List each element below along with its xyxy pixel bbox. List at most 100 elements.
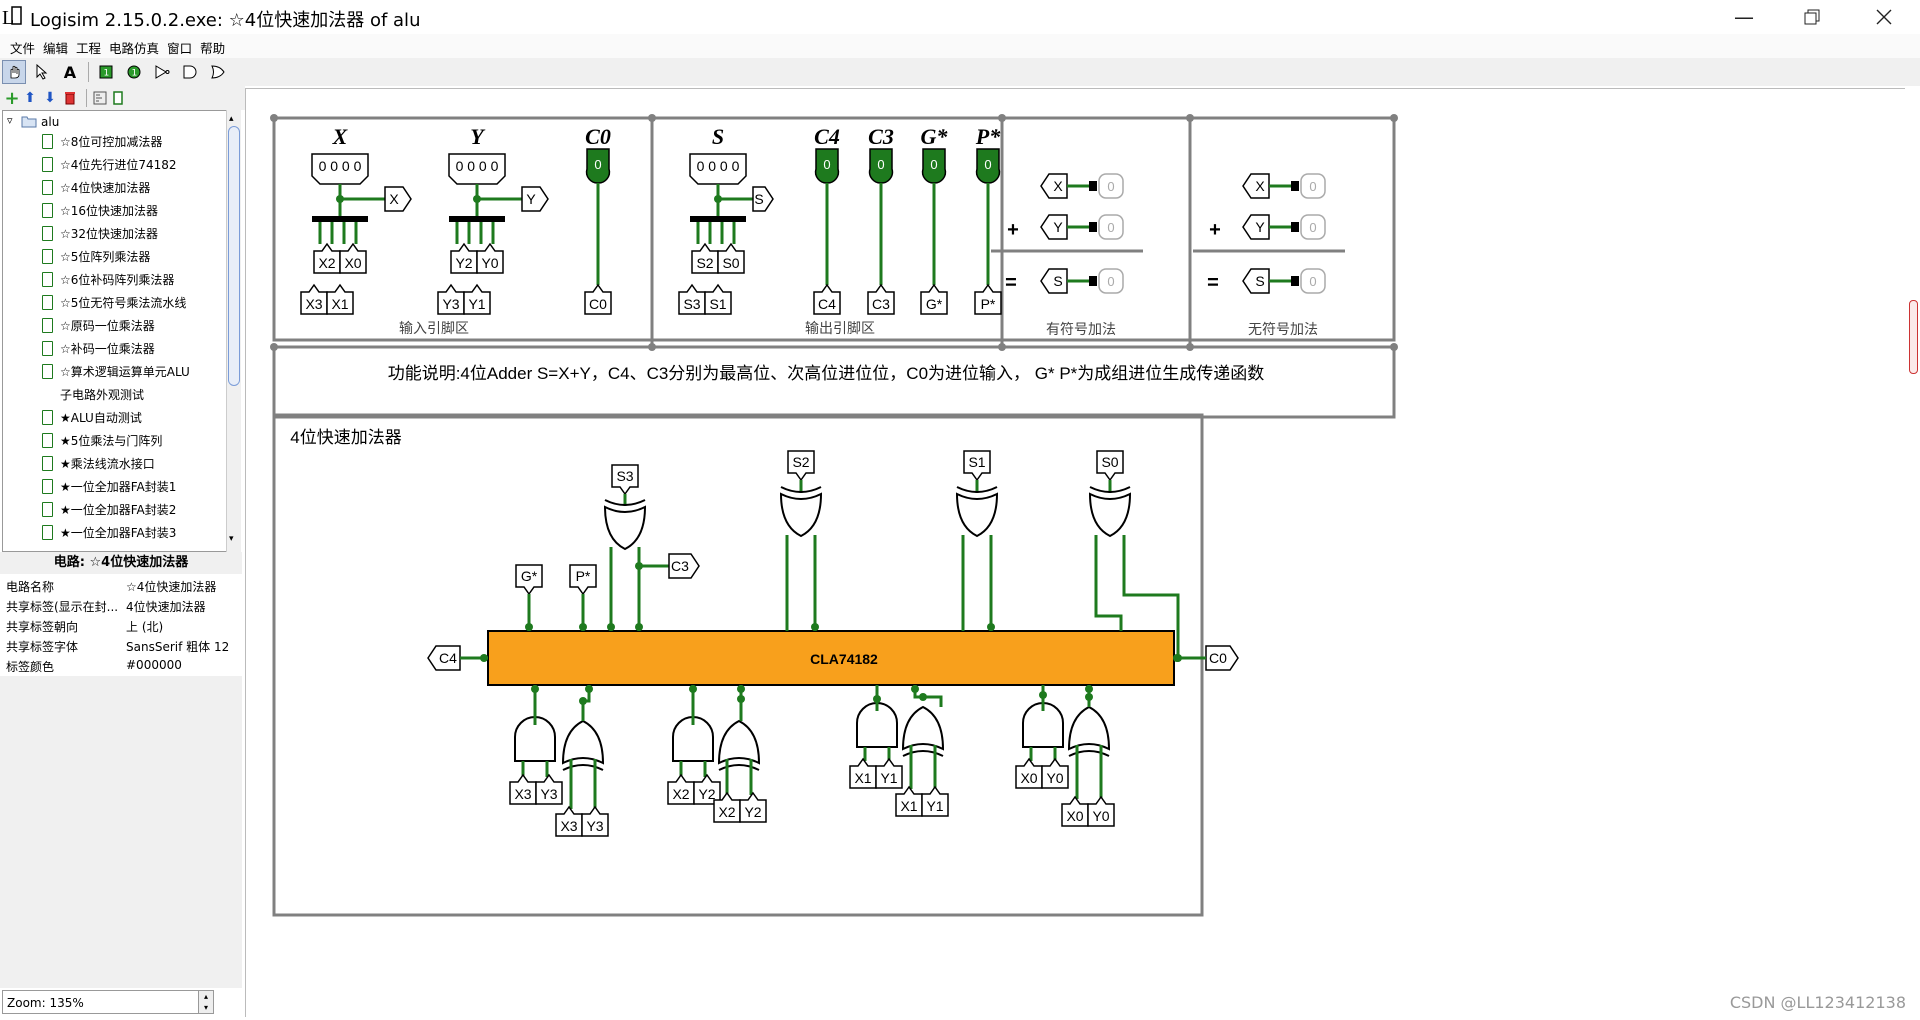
circuit-icon: [42, 479, 53, 494]
tree-item[interactable]: ★一位全加器FA封装2: [42, 501, 176, 518]
zoom-spinner[interactable]: ▴ ▾: [198, 990, 214, 1014]
prop-value[interactable]: 上 (北): [126, 618, 163, 635]
circuit-canvas[interactable]: X Y C0 0 0 0 00 0 0 0 X Y X2 X0 X3 X1 Y2 Y0 Y3 Y1 0 C0 输…: [245, 88, 1906, 1017]
tunnel-label: S1: [709, 296, 726, 312]
circuit-icon: [42, 456, 53, 471]
tree-item[interactable]: ☆4位先行进位74182: [42, 156, 177, 173]
window-title: Logisim 2.15.0.2.exe: ☆4位快速加法器 of alu: [30, 10, 421, 31]
circuit-drawing[interactable]: X Y C00 0 0 00 0 0 0X YX2 X0X3 X1Y2 Y0Y3 Y10C0输…: [246, 89, 1906, 1017]
add-input-pin-button[interactable]: 1: [94, 60, 118, 84]
canvas-vertical-scrollbar[interactable]: [1905, 88, 1920, 1016]
tree-item[interactable]: ★5位乘法与门阵列: [42, 432, 162, 449]
pin-value: 0: [594, 157, 601, 172]
tree-item[interactable]: ☆6位补码阵列乘法器: [42, 271, 175, 288]
not-gate-button[interactable]: [150, 60, 174, 84]
properties-header: 电路: ☆4位快速加法器: [0, 552, 242, 574]
probe-value: 0: [1309, 274, 1316, 289]
circuit-icon: [42, 341, 53, 356]
prop-value[interactable]: SansSerif 粗体 12: [126, 638, 229, 655]
tunnel-label: C0: [1209, 650, 1227, 666]
prop-value[interactable]: 4位快速加法器: [126, 598, 206, 615]
tunnel-label: S3: [683, 296, 700, 312]
tree-item-label: ☆6位补码阵列乘法器: [60, 273, 175, 287]
probe-stub: [1089, 222, 1097, 232]
select-tool-button[interactable]: [30, 60, 54, 84]
pin-title: C4: [814, 124, 840, 149]
menu-project[interactable]: 工程: [72, 34, 105, 58]
scroll-up-icon[interactable]: ▴: [229, 114, 234, 124]
tunnel-label: C0: [589, 296, 607, 312]
tunnel-label: Y0: [481, 255, 498, 271]
minimize-button[interactable]: —: [1714, 0, 1774, 34]
tree-item[interactable]: ☆原码一位乘法器: [42, 317, 155, 334]
pin-title: P*: [975, 124, 1001, 149]
tree-item-label: ☆16位快速加法器: [60, 204, 159, 218]
input-pin-icon: 1: [99, 65, 113, 79]
svg-text:1: 1: [132, 69, 138, 79]
menu-edit[interactable]: 编辑: [39, 34, 72, 58]
menu-file[interactable]: 文件: [6, 34, 39, 58]
frame-corner: [998, 114, 1006, 122]
wire: [1094, 535, 1123, 631]
tunnel-label: Y2: [455, 255, 472, 271]
maximize-button[interactable]: [1782, 0, 1842, 34]
probe-value: 0: [1107, 274, 1114, 289]
tree-item[interactable]: ★乘法线流水接口: [42, 455, 155, 472]
edit-appearance-button[interactable]: [106, 86, 130, 110]
prop-value[interactable]: #000000: [126, 658, 182, 672]
tree-item[interactable]: ★一位全加器FA封装1: [42, 478, 176, 495]
circuit-icon: [42, 295, 53, 310]
tree-item[interactable]: ☆5位阵列乘法器: [42, 248, 150, 265]
tree-item[interactable]: ☆8位可控加减法器: [42, 133, 162, 150]
add-output-pin-button[interactable]: 1: [122, 60, 146, 84]
scroll-down-icon[interactable]: ▾: [229, 534, 234, 544]
xor-gate: [901, 705, 945, 751]
poke-tool-button[interactable]: [2, 60, 26, 84]
or-gate-button[interactable]: [206, 60, 230, 84]
arrow-up-icon: ⬆: [24, 90, 36, 106]
menu-help[interactable]: 帮助: [196, 34, 229, 58]
tree-item[interactable]: ☆32位快速加法器: [42, 225, 158, 242]
prop-value[interactable]: ☆4位快速加法器: [126, 578, 216, 595]
tree-expand-icon[interactable]: ▿: [7, 114, 13, 127]
output-pin-icon: 1: [127, 65, 141, 79]
pin-value: 0: [877, 157, 884, 172]
tunnel-label: C4: [818, 296, 836, 312]
menu-window[interactable]: 窗口: [163, 34, 196, 58]
wire-junction: [919, 693, 927, 701]
splitter: [449, 216, 505, 222]
zoom-field[interactable]: Zoom: 135%: [2, 990, 214, 1014]
frame-corner: [270, 114, 278, 122]
tree-item[interactable]: ☆算术逻辑运算单元ALU: [42, 363, 190, 380]
probe-stub: [1291, 181, 1299, 191]
arrow-down-icon: ⬇: [44, 90, 56, 106]
tunnel-label: C4: [439, 650, 457, 666]
tree-scrollbar[interactable]: ▴ ▾: [226, 110, 241, 552]
menu-simulate[interactable]: 电路仿真: [105, 34, 163, 58]
tunnel-label: Y1: [880, 770, 897, 786]
probe-value: 0: [1309, 220, 1316, 235]
tunnel-label: G*: [521, 568, 538, 584]
text-tool-button[interactable]: A: [58, 60, 82, 84]
tree-item[interactable]: ☆16位快速加法器: [42, 202, 159, 219]
xor-gate-curve: [902, 750, 944, 757]
tree-item[interactable]: ☆5位无符号乘法流水线: [42, 294, 186, 311]
close-button[interactable]: [1854, 0, 1914, 34]
delete-circuit-button[interactable]: [58, 86, 82, 110]
tunnel-label: Y1: [468, 296, 485, 312]
tree-item[interactable]: ☆补码一位乘法器: [42, 340, 155, 357]
circuit-icon: [42, 272, 53, 287]
circuit-tree: ▿ alu ☆8位可控加减法器 ☆4位先行进位74182 ☆4位快速加法器 ☆16位快…: [2, 110, 230, 552]
probe-value: 0: [1107, 220, 1114, 235]
tree-root-label[interactable]: alu: [41, 115, 59, 129]
tree-item[interactable]: ★ALU自动测试: [42, 409, 142, 426]
pin-bits: 0 0 0 0: [697, 158, 740, 174]
tree-item[interactable]: ★一位全加器FA封装3: [42, 524, 176, 541]
tunnel-label: X2: [672, 786, 689, 802]
xor-gate: [603, 505, 647, 551]
and-gate-button[interactable]: [178, 60, 202, 84]
tunnel-label: S: [1255, 273, 1264, 289]
tunnel-label: X3: [305, 296, 322, 312]
tree-item[interactable]: 子电路外观测试: [60, 386, 144, 403]
tree-item[interactable]: ☆4位快速加法器: [42, 179, 150, 196]
